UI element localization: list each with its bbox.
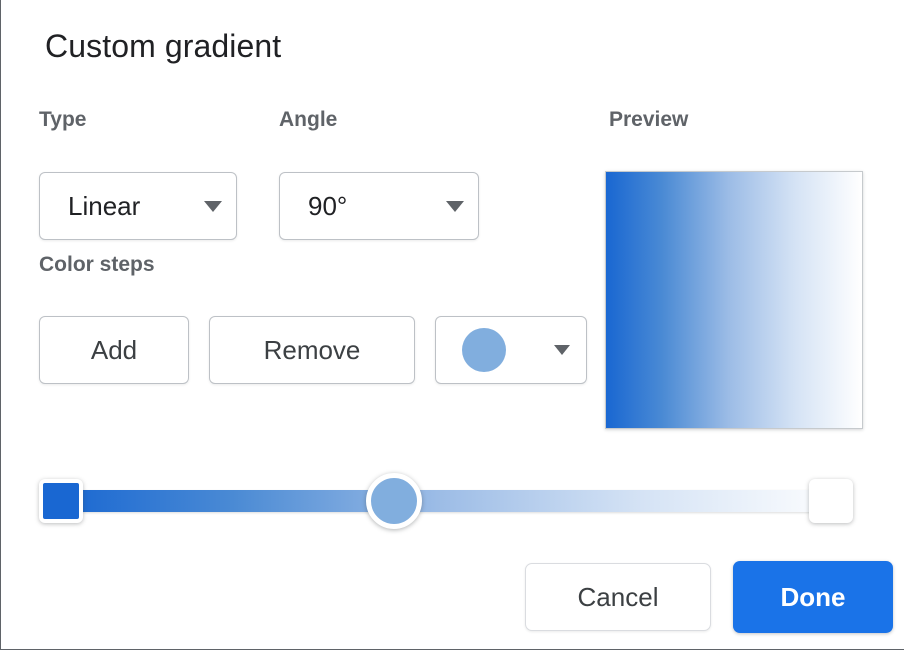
chevron-down-icon — [554, 345, 570, 355]
add-color-step-button[interactable]: Add — [39, 316, 189, 384]
chevron-down-icon — [204, 200, 222, 212]
gradient-stop-end[interactable] — [809, 479, 853, 523]
gradient-slider-track[interactable] — [59, 490, 847, 512]
gradient-stop-start[interactable] — [39, 479, 83, 523]
custom-gradient-dialog: Custom gradient Type Linear Angle 90° Co… — [0, 0, 904, 650]
color-swatch-circle-icon — [462, 328, 506, 372]
gradient-angle-select[interactable]: 90° — [279, 172, 479, 240]
color-step-color-picker[interactable] — [435, 316, 587, 384]
cancel-button[interactable]: Cancel — [525, 563, 711, 631]
remove-button-label: Remove — [263, 334, 361, 365]
preview-label: Preview — [609, 108, 689, 131]
chevron-down-icon — [446, 200, 464, 212]
add-button-label: Add — [90, 334, 138, 365]
done-button-label: Done — [780, 581, 846, 612]
type-label: Type — [39, 108, 87, 131]
color-steps-label: Color steps — [39, 253, 155, 276]
gradient-stop-handle-selected[interactable] — [366, 473, 422, 529]
remove-color-step-button[interactable]: Remove — [209, 316, 415, 384]
gradient-type-select[interactable]: Linear — [39, 172, 237, 240]
gradient-preview — [605, 171, 863, 429]
gradient-angle-value: 90° — [308, 190, 348, 221]
dialog-title: Custom gradient — [45, 28, 282, 64]
cancel-button-label: Cancel — [577, 581, 659, 612]
done-button[interactable]: Done — [733, 561, 893, 633]
gradient-type-value: Linear — [68, 190, 141, 221]
gradient-stop-slider[interactable] — [39, 462, 867, 538]
angle-label: Angle — [279, 108, 338, 131]
